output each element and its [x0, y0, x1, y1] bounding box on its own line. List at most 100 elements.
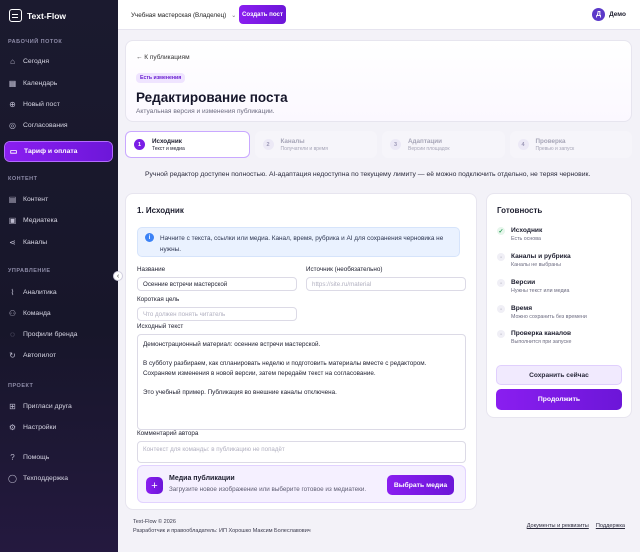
continue-button[interactable]: Продолжить [496, 389, 622, 410]
media-subtitle: Загрузите новое изображение или выберите… [169, 486, 367, 493]
step-subtitle: Текст и медиа [152, 145, 185, 152]
sidebar-item-billing[interactable]: ▭ Тариф и оплата [5, 142, 112, 161]
step-review[interactable]: 4 Проверка Превью и запуск [509, 131, 632, 158]
home-icon: ⌂ [10, 56, 15, 66]
sidebar: Text-Flow РАБОЧИЙ ПОТОК ⌂ Сегодня ▦ Календ… [0, 0, 118, 552]
readiness-panel: Готовность ✓ Исходник Есть основа · Канал… [486, 193, 632, 418]
step-subtitle: Превью и запуск [535, 145, 575, 152]
info-text: Начните с текста, ссылки или медиа. Кана… [160, 235, 444, 253]
check-icon: ✓ [497, 227, 505, 235]
limit-notice: Ручной редактор доступен полностью. AI-а… [145, 171, 591, 178]
readiness-title: Готовность [497, 206, 543, 215]
app-name: Text-Flow [27, 10, 67, 21]
plus-circle-icon: ⊕ [9, 99, 16, 109]
goal-label: Короткая цель [137, 296, 180, 303]
profile-icon: ◌ [10, 329, 15, 339]
step-channels[interactable]: 2 Каналы Получатели и время [254, 131, 377, 158]
chevron-down-icon: ⌄ [231, 12, 237, 19]
sidebar-item-media[interactable]: ▣ Медиатека [8, 214, 58, 226]
readiness-item-subtitle: Каналы не выбраны [511, 262, 561, 268]
back-link[interactable]: ← К публикациям [136, 54, 190, 61]
source-form: 1. Исходник i Начните с текста, ссылки и… [125, 193, 477, 510]
sidebar-item-calendar[interactable]: ▦ Календарь [8, 77, 58, 89]
readiness-item: · Время Можно сохранить без времени [497, 304, 587, 321]
step-title: Каналы [280, 137, 305, 145]
card-icon: ▭ [9, 147, 18, 156]
readiness-item-subtitle: Выполнится при запуске [511, 339, 572, 345]
readiness-item-subtitle: Есть основа [511, 236, 541, 242]
sidebar-item-settings[interactable]: ⚙ Настройки [8, 421, 56, 433]
app-logo[interactable]: Text-Flow [9, 9, 66, 22]
image-icon: ▣ [8, 215, 17, 225]
team-icon: ⚇ [8, 308, 17, 318]
help-icon: ? [10, 452, 15, 462]
avatar: Д [592, 8, 606, 21]
comment-input[interactable]: Контекст для команды: в публикацию не по… [137, 441, 466, 463]
sidebar-item-analytics[interactable]: ⌇ Аналитика [8, 286, 57, 298]
choose-media-button[interactable]: Выбрать медиа [387, 475, 454, 495]
user-name: Демо [609, 11, 626, 18]
sidebar-item-help[interactable]: ? Помощь [8, 451, 49, 463]
page-subtitle: Актуальная версия и изменения публикации… [136, 108, 275, 115]
form-title: 1. Исходник [137, 206, 184, 215]
section-title: УПРАВЛЕНИЕ [8, 268, 51, 274]
source-text-area[interactable]: Демонстрационный материал: осенние встре… [137, 334, 466, 430]
step-title: Проверка [535, 137, 566, 145]
sidebar-item-content[interactable]: ▤ Контент [8, 193, 48, 205]
step-title: Исходник [152, 137, 182, 145]
sidebar-item-today[interactable]: ⌂ Сегодня [8, 55, 49, 67]
add-media-button[interactable]: + [146, 477, 163, 494]
media-title: Медиа публикации [169, 475, 235, 482]
step-adaptations[interactable]: 3 Адаптации Версии площадок [382, 131, 505, 158]
step-source[interactable]: 1 Исходник Текст и медиа [125, 131, 250, 158]
share-icon: ⋖ [9, 237, 16, 247]
sidebar-item-channels[interactable]: ⋖ Каналы [8, 236, 47, 248]
copyright: Text-Flow © 2026 [133, 519, 176, 525]
developer-info: Разработчик и правообладатель: ИП Хорошк… [133, 528, 311, 534]
sidebar-item-autopilot[interactable]: ↻ Автопилот [8, 349, 56, 361]
grid-icon: ▤ [8, 194, 17, 204]
sidebar-item-brand-profiles[interactable]: ◌ Профили бренда [8, 328, 77, 340]
calendar-icon: ▦ [8, 78, 17, 88]
save-now-button[interactable]: Сохранить сейчас [496, 365, 622, 385]
step-number: 2 [262, 139, 274, 150]
autopilot-icon: ↻ [9, 350, 16, 360]
logo-icon [9, 9, 22, 22]
sidebar-item-invite[interactable]: ⊞ Пригласи друга [8, 400, 72, 412]
sidebar-item-new-post[interactable]: ⊕ Новый пост [8, 98, 60, 110]
create-post-button[interactable]: Создать пост [239, 5, 286, 24]
footer: Text-Flow © 2026 Разработчик и правообла… [133, 518, 311, 536]
step-number: 3 [390, 139, 401, 150]
name-label: Название [137, 266, 166, 273]
readiness-item-title: Время [511, 305, 533, 312]
pending-dot-icon: · [497, 253, 505, 261]
chevron-left-icon: ‹ [116, 272, 120, 280]
collapse-sidebar-button[interactable]: ‹ [113, 271, 123, 281]
goal-input[interactable]: Что должен понять читатель [137, 307, 297, 321]
comment-label: Комментарий автора [137, 430, 199, 437]
readiness-item: · Каналы и рубрика Каналы не выбраны [497, 252, 571, 269]
support-link[interactable]: Поддержка [596, 523, 625, 529]
step-number: 4 [517, 139, 529, 150]
gift-icon: ⊞ [9, 401, 16, 411]
sidebar-item-support[interactable]: ◯ Техподдержка [8, 472, 68, 484]
stepper: 1 Исходник Текст и медиа 2 Каналы Получате… [125, 131, 632, 158]
step-subtitle: Версии площадок [408, 145, 450, 152]
readiness-item-title: Исходник [511, 227, 543, 234]
sidebar-item-approvals[interactable]: ◎ Согласования [8, 119, 68, 131]
user-menu[interactable]: Д Демо [592, 8, 626, 21]
info-icon: i [145, 233, 154, 242]
name-input[interactable]: Осенние встречи мастерской [137, 277, 297, 291]
readiness-item: ✓ Исходник Есть основа [497, 226, 542, 243]
text-label: Исходный текст [137, 323, 184, 330]
text-paragraph: Это учебный пример. Публикация во внешни… [143, 388, 337, 396]
documents-link[interactable]: Документы и реквизиты [527, 523, 589, 529]
source-label: Источник (необязательно) [306, 266, 383, 273]
workspace-select[interactable]: Учебная мастерская (Владелец) ⌄ [127, 8, 240, 22]
top-bar: Учебная мастерская (Владелец) ⌄ Создать … [118, 0, 640, 30]
source-input[interactable]: https://site.ru/material [306, 277, 466, 291]
readiness-item-title: Версии [511, 279, 536, 286]
sidebar-item-team[interactable]: ⚇ Команда [8, 307, 51, 319]
footer-links: Документы и реквизиты Поддержка [527, 523, 625, 529]
section-title: ПРОЕКТ [8, 383, 34, 389]
